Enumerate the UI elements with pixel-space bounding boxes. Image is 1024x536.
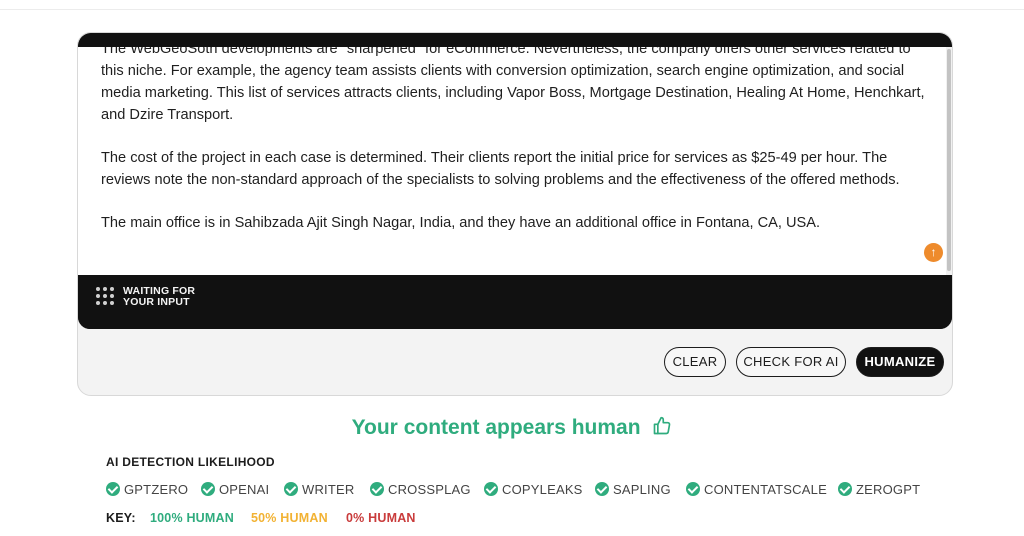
detector-openai: OPENAI [201,481,269,499]
detector-writer: WRITER [284,481,354,499]
key-0-human: 0% HUMAN [346,511,416,525]
scrollbar[interactable] [946,47,952,275]
status-text: WAITING FOR YOUR INPUT [123,285,196,308]
check-icon [686,482,700,496]
detector-crossplag: CROSSPLAG [370,481,471,499]
scroll-up-icon[interactable]: ↑ [924,243,943,262]
check-icon [106,482,120,496]
text-input-area[interactable]: The WebGeoSoth developments are "sharpen… [78,47,946,275]
detector-contentatscale: CONTENTATSCALE [686,481,827,499]
key-label: KEY: [106,511,136,525]
detection-title: AI DETECTION LIKELIHOOD [106,455,275,469]
check-icon [838,482,852,496]
detector-copyleaks: COPYLEAKS [484,481,583,499]
result-text: Your content appears human [351,416,641,439]
check-icon [284,482,298,496]
editor-top-bar [78,33,952,47]
paragraph: The main office is in Sahibzada Ajit Sin… [101,215,821,231]
thumbs-up-icon [652,416,672,442]
key-50-human: 50% HUMAN [251,511,328,525]
editor: The WebGeoSoth developments are "sharpen… [78,33,952,329]
result-message: Your content appears human [0,416,1024,442]
check-for-ai-button[interactable]: CHECK FOR AI [736,347,846,377]
paragraph: The WebGeoSoth developments are "sharpen… [101,47,925,123]
clear-button[interactable]: CLEAR [664,347,726,377]
detector-sapling: SAPLING [595,481,671,499]
humanizer-panel: The WebGeoSoth developments are "sharpen… [77,32,953,396]
scrollbar-thumb[interactable] [947,49,951,271]
loading-dots-icon [96,287,114,305]
detector-zerogpt: ZEROGPT [838,481,920,499]
check-icon [595,482,609,496]
check-icon [201,482,215,496]
top-divider [0,9,1024,10]
detector-gptzero: GPTZERO [106,481,188,499]
check-icon [370,482,384,496]
humanize-button[interactable]: HUMANIZE [856,347,944,377]
status-bar: WAITING FOR YOUR INPUT [78,275,952,329]
paragraph: The cost of the project in each case is … [101,150,900,188]
key-100-human: 100% HUMAN [150,511,234,525]
check-icon [484,482,498,496]
